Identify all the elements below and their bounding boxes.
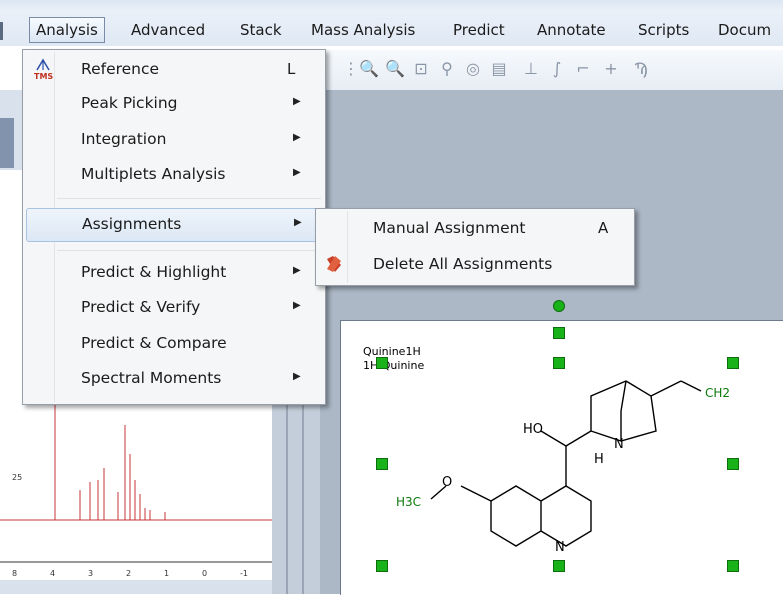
peaks-icon[interactable]: ⊥ [520, 58, 542, 80]
submenu-arrow-icon: ▶ [294, 217, 302, 228]
menu-separator [57, 198, 321, 199]
tms-icon: TMS [33, 58, 53, 81]
atom-ho: HO [523, 422, 543, 437]
shortcut-label: A [598, 219, 609, 237]
submenu-arrow-icon: ▶ [293, 132, 301, 143]
shortcut-label: L [287, 60, 296, 78]
resize-handle[interactable] [553, 357, 565, 369]
submenu-arrow-icon: ▶ [293, 167, 301, 178]
x-axis-tick-label: 2 [126, 569, 131, 578]
menu-item-reference[interactable]: TMS Reference L [25, 54, 323, 86]
menu-documents[interactable]: Docum [718, 18, 771, 42]
atom-o: O [442, 475, 452, 490]
spectrum-peaks [54, 400, 166, 520]
menu-item-label: Peak Picking [81, 94, 178, 112]
menu-stack[interactable]: Stack [240, 18, 282, 42]
resize-handle[interactable] [727, 560, 739, 572]
multiplet-icon[interactable]: ⌐ [572, 58, 594, 80]
print-icon[interactable]: ▤ [488, 58, 510, 80]
resize-handle[interactable] [727, 357, 739, 369]
x-axis-ticks: 8 4 3 2 1 0 -1 [12, 569, 248, 578]
atom-h: H [594, 452, 604, 467]
analysis-menu: TMS Reference L Peak Picking ▶ Integrati… [22, 49, 326, 405]
x-axis-tick-label: 3 [88, 569, 93, 578]
rotate-handle[interactable] [553, 300, 565, 312]
submenu-arrow-icon: ▶ [293, 96, 301, 107]
menu-separator [57, 250, 321, 251]
menu-item-label: Manual Assignment [373, 219, 526, 237]
menu-item-label: Assignments [82, 215, 182, 233]
menu-item-spectral-moments[interactable]: Spectral Moments ▶ [25, 363, 323, 395]
x-axis-tick-label: 8 [12, 569, 17, 578]
menu-item-peak-picking[interactable]: Peak Picking ▶ [25, 88, 323, 120]
x-axis-tick-label: 4 [50, 569, 55, 578]
menu-item-label: Delete All Assignments [373, 255, 553, 273]
atom-h3c: H3C [396, 495, 421, 509]
svg-text:TMS: TMS [34, 72, 53, 80]
integrate-icon[interactable]: ∫ [546, 58, 568, 80]
menu-item-assignments[interactable]: Assignments ▶ [26, 208, 324, 242]
submenu-arrow-icon: ▶ [293, 371, 301, 382]
menubar-grip [0, 22, 3, 40]
submenu-arrow-icon: ▶ [293, 265, 301, 276]
zoom-in-icon[interactable]: 🔍 [358, 58, 380, 80]
menu-item-label: Spectral Moments [81, 369, 222, 387]
x-axis-tick-label: 0 [202, 569, 207, 578]
menu-item-manual-assignment[interactable]: Manual Assignment A [318, 213, 632, 245]
crosshair-icon[interactable]: + [600, 58, 622, 80]
resize-handle[interactable] [376, 458, 388, 470]
resize-handle[interactable] [553, 327, 565, 339]
submenu-arrow-icon: ▶ [293, 300, 301, 311]
title-strip [0, 0, 783, 10]
menu-mass-analysis[interactable]: Mass Analysis [311, 18, 415, 42]
menu-item-delete-all-assignments[interactable]: Delete All Assignments [318, 249, 632, 281]
pane-tab [0, 118, 14, 168]
x-axis-tick-label: 1 [164, 569, 169, 578]
menu-item-predict-compare[interactable]: Predict & Compare [25, 328, 323, 360]
atom-n-ring: N [555, 540, 565, 555]
resize-handle[interactable] [376, 560, 388, 572]
menu-analysis[interactable]: Analysis [29, 17, 105, 43]
menu-item-label: Reference [81, 60, 160, 78]
zoom-peak-icon[interactable]: ⚲ [436, 58, 458, 80]
menu-item-label: Predict & Compare [81, 334, 227, 352]
peak-label: 25 [12, 473, 22, 482]
menu-item-predict-highlight[interactable]: Predict & Highlight ▶ [25, 257, 323, 289]
fit-baseline-icon[interactable]: Ϡ [630, 58, 652, 80]
menu-advanced[interactable]: Advanced [131, 18, 205, 42]
atom-n-bridge: N [614, 437, 624, 452]
menu-predict[interactable]: Predict [453, 18, 505, 42]
resize-handle[interactable] [727, 458, 739, 470]
menu-item-predict-verify[interactable]: Predict & Verify ▶ [25, 292, 323, 324]
menu-annotate[interactable]: Annotate [537, 18, 606, 42]
menu-item-label: Multiplets Analysis [81, 165, 226, 183]
zoom-out-icon[interactable]: 🔍 [384, 58, 406, 80]
resize-handle[interactable] [376, 357, 388, 369]
assignments-submenu: Manual Assignment A Delete All Assignmen… [315, 208, 635, 286]
fit-icon[interactable]: ◎ [462, 58, 484, 80]
menu-item-multiplets-analysis[interactable]: Multiplets Analysis ▶ [25, 159, 323, 191]
resize-handle[interactable] [553, 560, 565, 572]
menu-item-integration[interactable]: Integration ▶ [25, 124, 323, 156]
toolbar: ⋮ 🔍 🔍 ⊡ ⚲ ◎ ▤ ⊥ ∫ ⌐ + Ϡ [320, 50, 783, 90]
atom-ch2: CH2 [705, 386, 730, 400]
menu-bar: Analysis Advanced Stack Mass Analysis Pr… [0, 0, 783, 46]
zoom-box-icon[interactable]: ⊡ [410, 58, 432, 80]
delete-assignments-icon [324, 253, 344, 275]
menu-item-label: Predict & Verify [81, 298, 201, 316]
menu-scripts[interactable]: Scripts [638, 18, 689, 42]
x-axis-tick-label: -1 [240, 569, 248, 578]
menu-item-label: Predict & Highlight [81, 263, 227, 281]
menu-item-label: Integration [81, 130, 167, 148]
